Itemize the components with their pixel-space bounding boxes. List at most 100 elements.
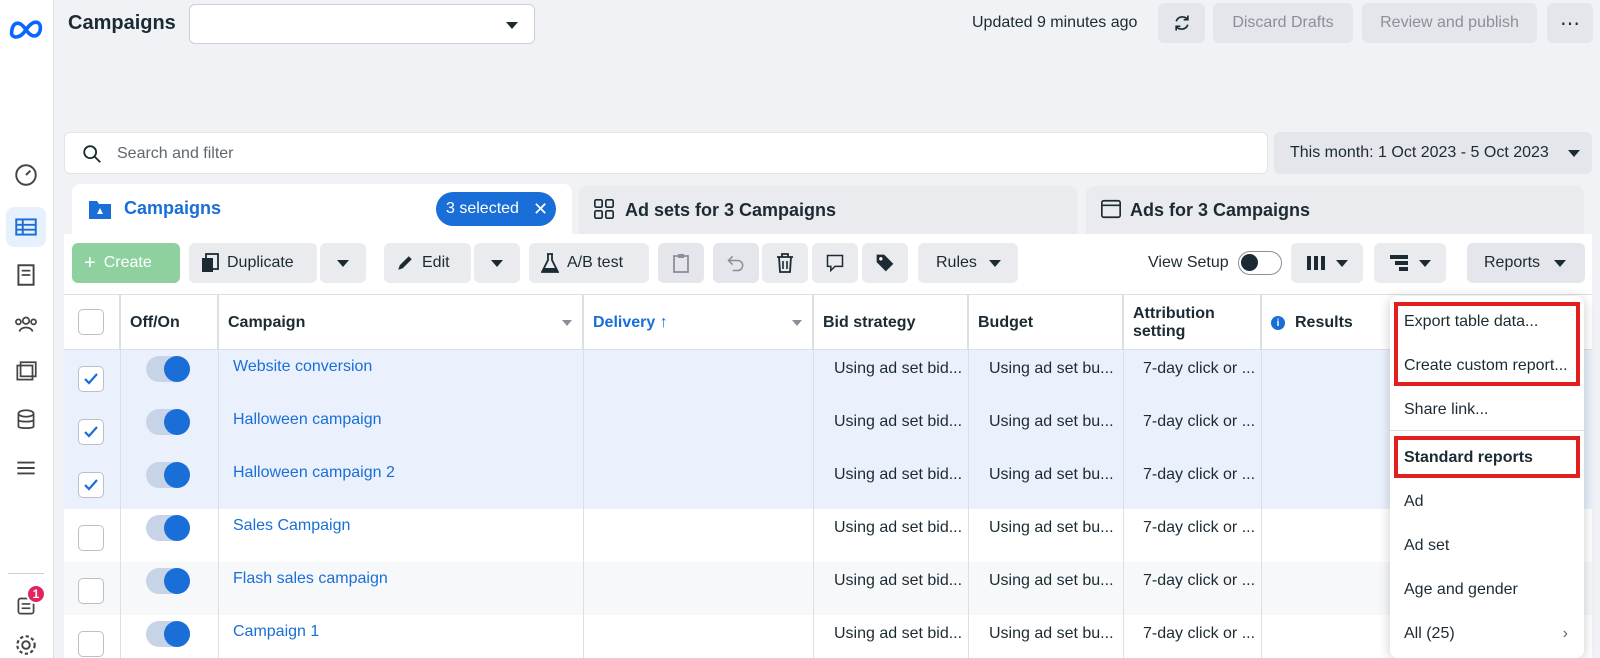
review-publish-button[interactable]: Review and publish — [1362, 3, 1537, 43]
row-checkbox[interactable] — [78, 472, 104, 498]
selected-count-label: 3 selected — [446, 200, 519, 217]
duplicate-dropdown-button[interactable] — [320, 243, 366, 283]
attribution-cell: 7-day click or ... — [1143, 413, 1256, 430]
clipboard-button[interactable] — [658, 243, 704, 283]
budget-cell: Using ad set bu... — [989, 360, 1114, 377]
attribution-cell: 7-day click or ... — [1143, 360, 1256, 377]
pencil-icon — [398, 256, 412, 270]
breakdown-icon — [1390, 255, 1408, 271]
budget-cell: Using ad set bu... — [989, 625, 1114, 642]
menu-item-age-and-gender[interactable]: Age and gender — [1404, 581, 1518, 599]
table-row[interactable]: Campaign 1 Using ad set bid... Using ad se… — [64, 615, 1592, 658]
undo-button[interactable] — [713, 243, 759, 283]
duplicate-icon — [202, 253, 219, 272]
campaign-name-link[interactable]: Flash sales campaign — [233, 570, 388, 588]
row-checkbox[interactable] — [78, 419, 104, 445]
campaign-name-link[interactable]: Website conversion — [233, 358, 372, 376]
column-off-on[interactable]: Off/On — [120, 295, 218, 351]
tag-icon — [876, 254, 894, 272]
chevron-down-icon — [1336, 259, 1348, 267]
ab-test-button[interactable]: A/B test — [529, 243, 649, 283]
search-filter-bar[interactable]: Search and filter — [64, 132, 1268, 174]
row-checkbox[interactable] — [78, 366, 104, 392]
column-bid-strategy[interactable]: Bid strategy — [813, 295, 968, 351]
column-campaign[interactable]: Campaign — [218, 295, 583, 351]
campaign-on-off-toggle[interactable] — [146, 356, 190, 382]
search-input[interactable]: Search and filter — [117, 145, 234, 163]
date-range-picker[interactable]: This month: 1 Oct 2023 - 5 Oct 2023 — [1274, 132, 1592, 174]
campaign-name-link[interactable]: Halloween campaign 2 — [233, 464, 395, 482]
table-row[interactable]: Flash sales campaign Using ad set bid... U… — [64, 562, 1592, 615]
selected-count-pill[interactable]: 3 selected ✕ — [436, 192, 556, 226]
chevron-down-icon — [1568, 150, 1580, 157]
rules-button[interactable]: Rules — [918, 243, 1018, 283]
menu-item-ad-set[interactable]: Ad set — [1404, 537, 1449, 555]
tab-ad-sets-label: Ad sets for 3 Campaigns — [625, 200, 837, 220]
campaign-on-off-toggle[interactable] — [146, 462, 190, 488]
menu-item-share-link[interactable]: Share link... — [1404, 401, 1488, 419]
all-tools-menu-icon[interactable] — [6, 448, 46, 488]
billing-database-icon[interactable] — [6, 400, 46, 440]
tag-button[interactable] — [862, 243, 908, 283]
reports-button[interactable]: Reports — [1467, 243, 1585, 283]
audiences-icon[interactable] — [6, 304, 46, 344]
sort-caret-icon — [792, 320, 802, 326]
campaign-on-off-toggle[interactable] — [146, 409, 190, 435]
create-button[interactable]: + Create — [72, 243, 180, 283]
tab-campaigns[interactable]: Campaigns 3 selected ✕ — [72, 184, 572, 236]
more-options-button[interactable]: ⋯ — [1547, 3, 1593, 43]
clear-selection-icon[interactable]: ✕ — [533, 199, 548, 220]
date-range-label: This month: 1 Oct 2023 - 5 Oct 2023 — [1290, 144, 1549, 161]
table-row[interactable]: Halloween campaign 2 Using ad set bid... U… — [64, 456, 1592, 509]
table-row[interactable]: Halloween campaign Using ad set bid... Usi… — [64, 403, 1592, 456]
campaign-on-off-toggle[interactable] — [146, 515, 190, 541]
tab-ads-label: Ads for 3 Campaigns — [1130, 200, 1311, 220]
delete-button[interactable] — [762, 243, 808, 283]
attribution-cell: 7-day click or ... — [1143, 466, 1256, 483]
column-attribution[interactable]: Attribution setting — [1123, 295, 1261, 351]
catalog-icon[interactable] — [6, 255, 46, 295]
column-delivery[interactable]: Delivery ↑ — [583, 295, 813, 351]
select-all-checkbox[interactable] — [78, 309, 104, 335]
view-setup-toggle[interactable] — [1238, 251, 1282, 275]
plus-icon: + — [84, 251, 96, 274]
ads-manager-table-icon[interactable] — [6, 207, 46, 247]
breakdown-button[interactable] — [1374, 243, 1446, 283]
checkmark-icon — [84, 426, 98, 438]
campaign-on-off-toggle[interactable] — [146, 621, 190, 647]
preview-button[interactable] — [812, 243, 858, 283]
settings-gear-icon[interactable] — [6, 625, 46, 658]
notification-badge: 1 — [26, 584, 46, 604]
campaign-selector-dropdown[interactable] — [189, 4, 535, 44]
campaign-name-link[interactable]: Halloween campaign — [233, 411, 382, 429]
media-library-icon[interactable] — [6, 352, 46, 392]
tab-ads[interactable]: Ads for 3 Campaigns — [1086, 186, 1584, 236]
ads-window-icon — [1101, 199, 1121, 219]
bid-strategy-cell: Using ad set bid... — [834, 572, 963, 589]
campaign-name-link[interactable]: Campaign 1 — [233, 623, 319, 641]
menu-item-all[interactable]: All (25) — [1404, 625, 1455, 643]
discard-drafts-button[interactable]: Discard Drafts — [1213, 3, 1353, 43]
row-checkbox[interactable] — [78, 578, 104, 604]
chevron-down-icon — [1554, 259, 1567, 267]
dashboard-gauge-icon[interactable] — [6, 155, 46, 195]
chevron-down-icon — [1419, 259, 1431, 267]
column-budget[interactable]: Budget — [968, 295, 1123, 351]
info-icon[interactable]: i — [1271, 316, 1285, 330]
columns-button[interactable] — [1291, 243, 1363, 283]
row-checkbox[interactable] — [78, 525, 104, 551]
tab-ad-sets[interactable]: Ad sets for 3 Campaigns — [579, 186, 1077, 236]
meta-logo-icon[interactable] — [6, 8, 46, 48]
campaign-name-link[interactable]: Sales Campaign — [233, 517, 350, 535]
edit-button[interactable]: Edit — [384, 243, 471, 283]
table-row[interactable]: Website conversion Using ad set bid... Usi… — [64, 350, 1592, 403]
campaign-on-off-toggle[interactable] — [146, 568, 190, 594]
edit-dropdown-button[interactable] — [474, 243, 520, 283]
row-checkbox[interactable] — [78, 631, 104, 657]
table-row[interactable]: Sales Campaign Using ad set bid... Using a… — [64, 509, 1592, 562]
refresh-button[interactable] — [1158, 3, 1205, 43]
menu-item-ad[interactable]: Ad — [1404, 493, 1424, 511]
duplicate-button[interactable]: Duplicate — [189, 243, 317, 283]
flask-icon — [541, 253, 559, 273]
budget-cell: Using ad set bu... — [989, 466, 1114, 483]
